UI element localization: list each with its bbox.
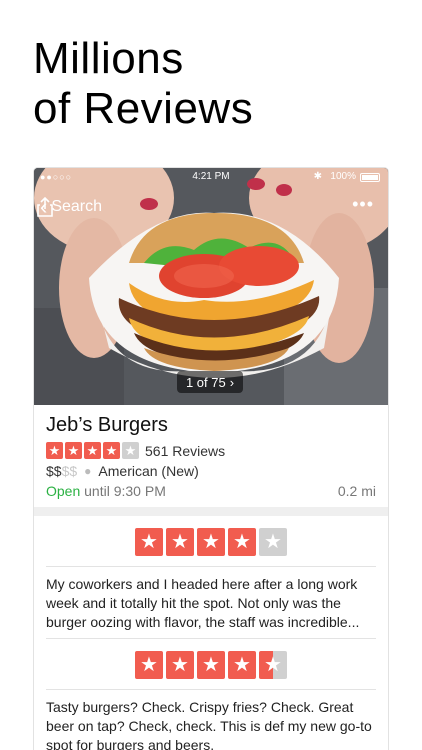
chevron-right-icon: › <box>229 374 235 390</box>
nav-bar: ‹ Search ••• <box>34 194 388 222</box>
status-bar: ●●○○○ 4:21 PM ✱ 100% <box>34 168 388 186</box>
review-text: My coworkers and I headed here after a l… <box>46 576 360 630</box>
business-name: Jeb’s Burgers <box>46 414 168 436</box>
back-label: Search <box>51 198 103 215</box>
business-rating-stars: ★ ★ ★ ★ ★ <box>46 442 139 459</box>
headline-line-2: of Reviews <box>33 84 254 133</box>
business-category[interactable]: American (New) <box>98 463 198 479</box>
headline: Millions of Reviews <box>33 34 253 134</box>
review-text: Tasty burgers? Check. Crispy fries? Chec… <box>46 699 372 750</box>
battery-percent: 100% <box>330 171 356 182</box>
battery-icon <box>360 173 380 182</box>
star-icon: ★ <box>228 528 256 556</box>
star-icon: ★ <box>166 651 194 679</box>
star-icon: ★ <box>103 442 120 459</box>
share-icon[interactable] <box>34 196 56 218</box>
phone-screen: ●●○○○ 4:21 PM ✱ 100% ‹ Search ••• 1 of 7… <box>34 168 388 750</box>
distance: 0.2 mi <box>337 483 376 499</box>
star-icon: ★ <box>46 442 63 459</box>
price-category-row: $$ $$ ● American (New) <box>46 463 376 479</box>
star-icon: ★ <box>65 442 82 459</box>
hours-row: Open until 9:30 PM 0.2 mi <box>46 483 376 499</box>
star-icon: ★ <box>135 528 163 556</box>
star-icon: ★ <box>197 528 225 556</box>
star-empty-icon: ★ <box>122 442 139 459</box>
photo-counter[interactable]: 1 of 75 › <box>177 371 243 393</box>
star-icon: ★ <box>84 442 101 459</box>
photo-counter-label: 1 of 75 <box>185 374 226 390</box>
star-icon: ★ <box>135 651 163 679</box>
star-icon: ★ <box>166 528 194 556</box>
star-empty-icon: ★ <box>259 528 287 556</box>
headline-line-1: Millions <box>33 34 184 83</box>
rating-row[interactable]: ★ ★ ★ ★ ★ 561 Reviews <box>46 442 376 459</box>
price-level-remaining: $$ <box>61 463 78 479</box>
business-info-card: Jeb’s Burgers ★ ★ ★ ★ ★ 561 Reviews $$ $$… <box>34 405 388 507</box>
separator-dot: ● <box>84 464 92 478</box>
star-icon: ★ <box>228 651 256 679</box>
open-status: Open <box>46 483 81 499</box>
more-icon[interactable]: ••• <box>352 194 374 215</box>
price-level: $$ <box>46 463 62 479</box>
closing-time: until 9:30 PM <box>84 483 166 499</box>
star-half-icon: ★ <box>259 651 287 679</box>
star-icon: ★ <box>197 651 225 679</box>
reviews-list: ★ ★ ★ ★ ★ My coworkers and I headed here… <box>34 516 388 750</box>
business-photo[interactable]: ●●○○○ 4:21 PM ✱ 100% ‹ Search ••• 1 of 7… <box>34 168 388 405</box>
review-rating-stars: ★ ★ ★ ★ ★ <box>46 651 376 679</box>
review-rating-stars: ★ ★ ★ ★ ★ <box>46 528 376 556</box>
review-item[interactable]: ★ ★ ★ ★ ★ Tasty burgers? Check. Crispy f… <box>46 639 376 750</box>
bluetooth-icon: ✱ <box>313 171 322 182</box>
review-count[interactable]: 561 Reviews <box>145 443 225 459</box>
review-item[interactable]: ★ ★ ★ ★ ★ My coworkers and I headed here… <box>46 516 376 639</box>
